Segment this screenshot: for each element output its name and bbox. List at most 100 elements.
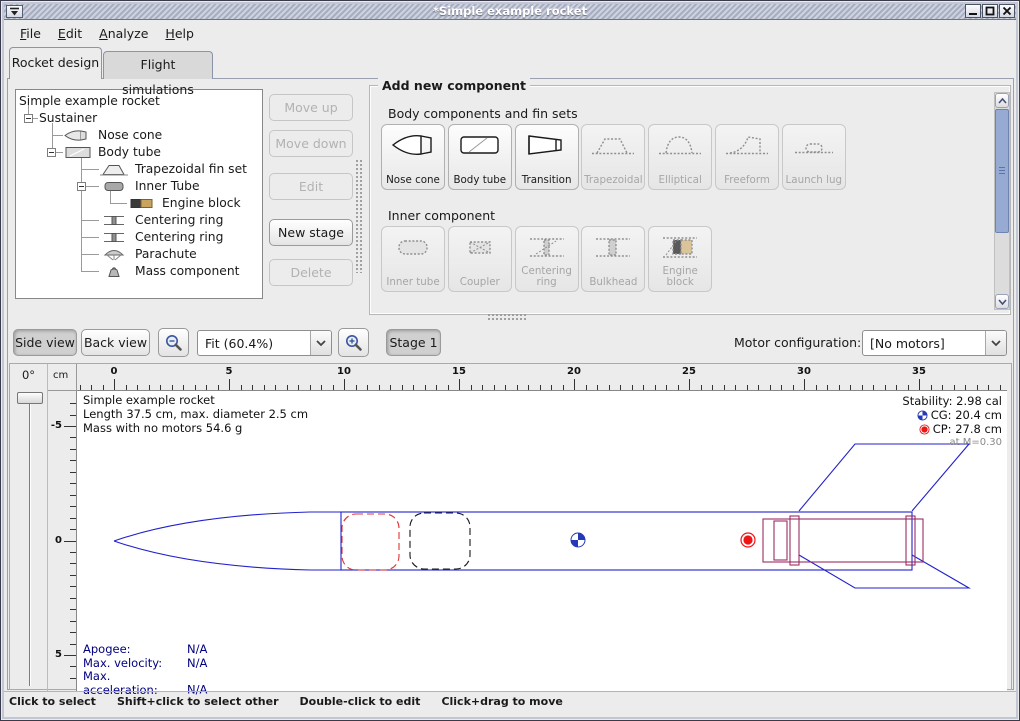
- component-tree[interactable]: Simple example rocketSustainerNose coneB…: [15, 89, 263, 299]
- tree-expander-icon[interactable]: [47, 148, 56, 157]
- side-view-toggle[interactable]: Side view: [13, 329, 77, 356]
- scrollbar-down-icon[interactable]: [995, 294, 1009, 309]
- palette-scrollbar[interactable]: [994, 92, 1010, 310]
- parachute-outline[interactable]: [342, 514, 399, 570]
- add-elliptical-button: Elliptical: [648, 124, 712, 190]
- stage-1-toggle[interactable]: Stage 1: [386, 329, 441, 356]
- ruler-tick: [229, 379, 230, 391]
- tree-item-mass-component[interactable]: Mass component: [16, 263, 262, 280]
- add-transition-button[interactable]: Transition: [515, 124, 579, 190]
- flight-data: Apogee:N/AMax. velocity:N/AMax. accelera…: [83, 643, 207, 698]
- ruler-label: 0: [55, 535, 62, 546]
- tree-item-engine-block[interactable]: Engine block: [16, 195, 262, 212]
- tree-expander-icon[interactable]: [24, 114, 33, 123]
- flight-data-label: Max. acceleration:: [83, 670, 187, 697]
- vertical-ruler: -505: [48, 391, 77, 691]
- component-button-label: Trapezoidal: [584, 175, 642, 186]
- centering-ring-forward[interactable]: [790, 516, 799, 565]
- rotation-slider-track[interactable]: [29, 404, 31, 686]
- flight-data-row: Max. acceleration:N/A: [83, 670, 207, 697]
- close-button[interactable]: [999, 4, 1015, 18]
- freeform-icon: [724, 130, 770, 164]
- component-button-label: Inner tube: [386, 277, 439, 288]
- tree-item-parachute[interactable]: Parachute: [16, 246, 262, 263]
- menu-file[interactable]: File: [13, 23, 48, 44]
- menu-edit[interactable]: Edit: [51, 23, 89, 44]
- rotation-slider-handle[interactable]: [17, 392, 43, 404]
- combo-chevron-icon[interactable]: [985, 331, 1006, 355]
- design-summary: Simple example rocket Length 37.5 cm, ma…: [83, 394, 308, 435]
- ruler-tick: [64, 426, 76, 427]
- engine-block-outline[interactable]: [774, 521, 787, 560]
- ruler-tick: [70, 632, 76, 633]
- zoom-level-combo[interactable]: Fit (60.4%): [197, 330, 332, 356]
- body-tube-outline[interactable]: [341, 512, 912, 570]
- tree-item-nose-cone[interactable]: Nose cone: [16, 127, 262, 144]
- section-label-0: Body components and fin sets: [388, 106, 578, 121]
- motor-config-combo[interactable]: [No motors]: [862, 330, 1007, 356]
- rocket-figure-area: 0° cm 05101520253035 -505: [9, 363, 1012, 690]
- scrollbar-up-icon[interactable]: [995, 93, 1009, 108]
- upper-fin[interactable]: [799, 444, 969, 511]
- ruler-label: 0: [111, 366, 118, 377]
- menu-analyze[interactable]: Analyze: [92, 23, 155, 44]
- add-body-tube-button[interactable]: Body tube: [448, 124, 512, 190]
- ruler-tick: [70, 678, 76, 679]
- mach-note: at M=0.30: [902, 436, 1002, 450]
- design-dimensions: Length 37.5 cm, max. diameter 2.5 cm: [83, 408, 308, 422]
- ruler-tick: [64, 541, 76, 542]
- tree-item-body-tube[interactable]: Body tube: [16, 144, 262, 161]
- component-button-label: Centering ring: [516, 266, 578, 288]
- tree-item-inner-tube[interactable]: Inner Tube: [16, 178, 262, 195]
- add-bulkhead-button: Bulkhead: [581, 226, 645, 292]
- cg-legend-icon: [917, 410, 928, 421]
- cg-value: 20.4 cm: [955, 408, 1002, 422]
- titlebar[interactable]: *Simple example rocket: [3, 3, 1017, 20]
- flight-data-label: Apogee:: [83, 643, 187, 657]
- tree-item-sustainer[interactable]: Sustainer: [16, 110, 262, 127]
- minimize-button[interactable]: [965, 4, 981, 18]
- component-button-label: Body tube: [453, 175, 506, 186]
- add-trapezoidal-button: Trapezoidal: [581, 124, 645, 190]
- centering-ring-aft[interactable]: [906, 516, 915, 565]
- horizontal-splitter[interactable]: [487, 313, 527, 321]
- status-hint: Shift+click to select other: [117, 695, 279, 708]
- ruler-tick: [689, 379, 690, 391]
- component-button-label: Launch lug: [786, 175, 842, 186]
- tree-expander-icon[interactable]: [77, 182, 86, 191]
- maximize-button[interactable]: [982, 4, 998, 18]
- back-view-toggle[interactable]: Back view: [81, 329, 150, 356]
- component-button-label: Freeform: [724, 175, 770, 186]
- centeringring-icon: [524, 232, 570, 266]
- new-stage-button[interactable]: New stage: [269, 219, 353, 246]
- scrollbar-thumb[interactable]: [995, 109, 1009, 233]
- tab-flight-simulations[interactable]: Flight simulations: [103, 51, 213, 79]
- component-button-label: Elliptical: [659, 175, 702, 186]
- ruler-tick: [70, 518, 76, 519]
- ruler-tick: [919, 379, 920, 391]
- tree-item-label: Inner Tube: [135, 178, 200, 195]
- ruler-tick: [70, 621, 76, 622]
- tab-rocket-design[interactable]: Rocket design: [9, 47, 102, 79]
- tree-item-trapezoidal-fin-set[interactable]: Trapezoidal fin set: [16, 161, 262, 178]
- combo-chevron-icon[interactable]: [310, 331, 331, 355]
- tree-item-centering-ring[interactable]: Centering ring: [16, 212, 262, 229]
- ruler-label: 35: [912, 366, 926, 377]
- mass-component-outline[interactable]: [410, 513, 470, 569]
- ruler-tick: [70, 609, 76, 610]
- tree-item-centering-ring[interactable]: Centering ring: [16, 229, 262, 246]
- rocket-canvas[interactable]: Simple example rocket Length 37.5 cm, ma…: [77, 391, 1007, 691]
- lower-fin[interactable]: [799, 555, 969, 588]
- cp-label: CP:: [933, 422, 952, 436]
- ruler-tick: [459, 379, 460, 391]
- system-menu-icon[interactable]: [6, 5, 23, 18]
- vertical-splitter[interactable]: [355, 159, 363, 273]
- ruler-tick: [804, 379, 805, 391]
- zoom-in-button[interactable]: [338, 328, 369, 357]
- zoom-out-button[interactable]: [158, 328, 189, 357]
- add-nose-cone-button[interactable]: Nose cone: [381, 124, 445, 190]
- nose-cone-outline[interactable]: [114, 512, 341, 570]
- ruler-tick: [70, 495, 76, 496]
- menu-help[interactable]: Help: [158, 23, 201, 44]
- statusbar-divider: [4, 691, 1016, 692]
